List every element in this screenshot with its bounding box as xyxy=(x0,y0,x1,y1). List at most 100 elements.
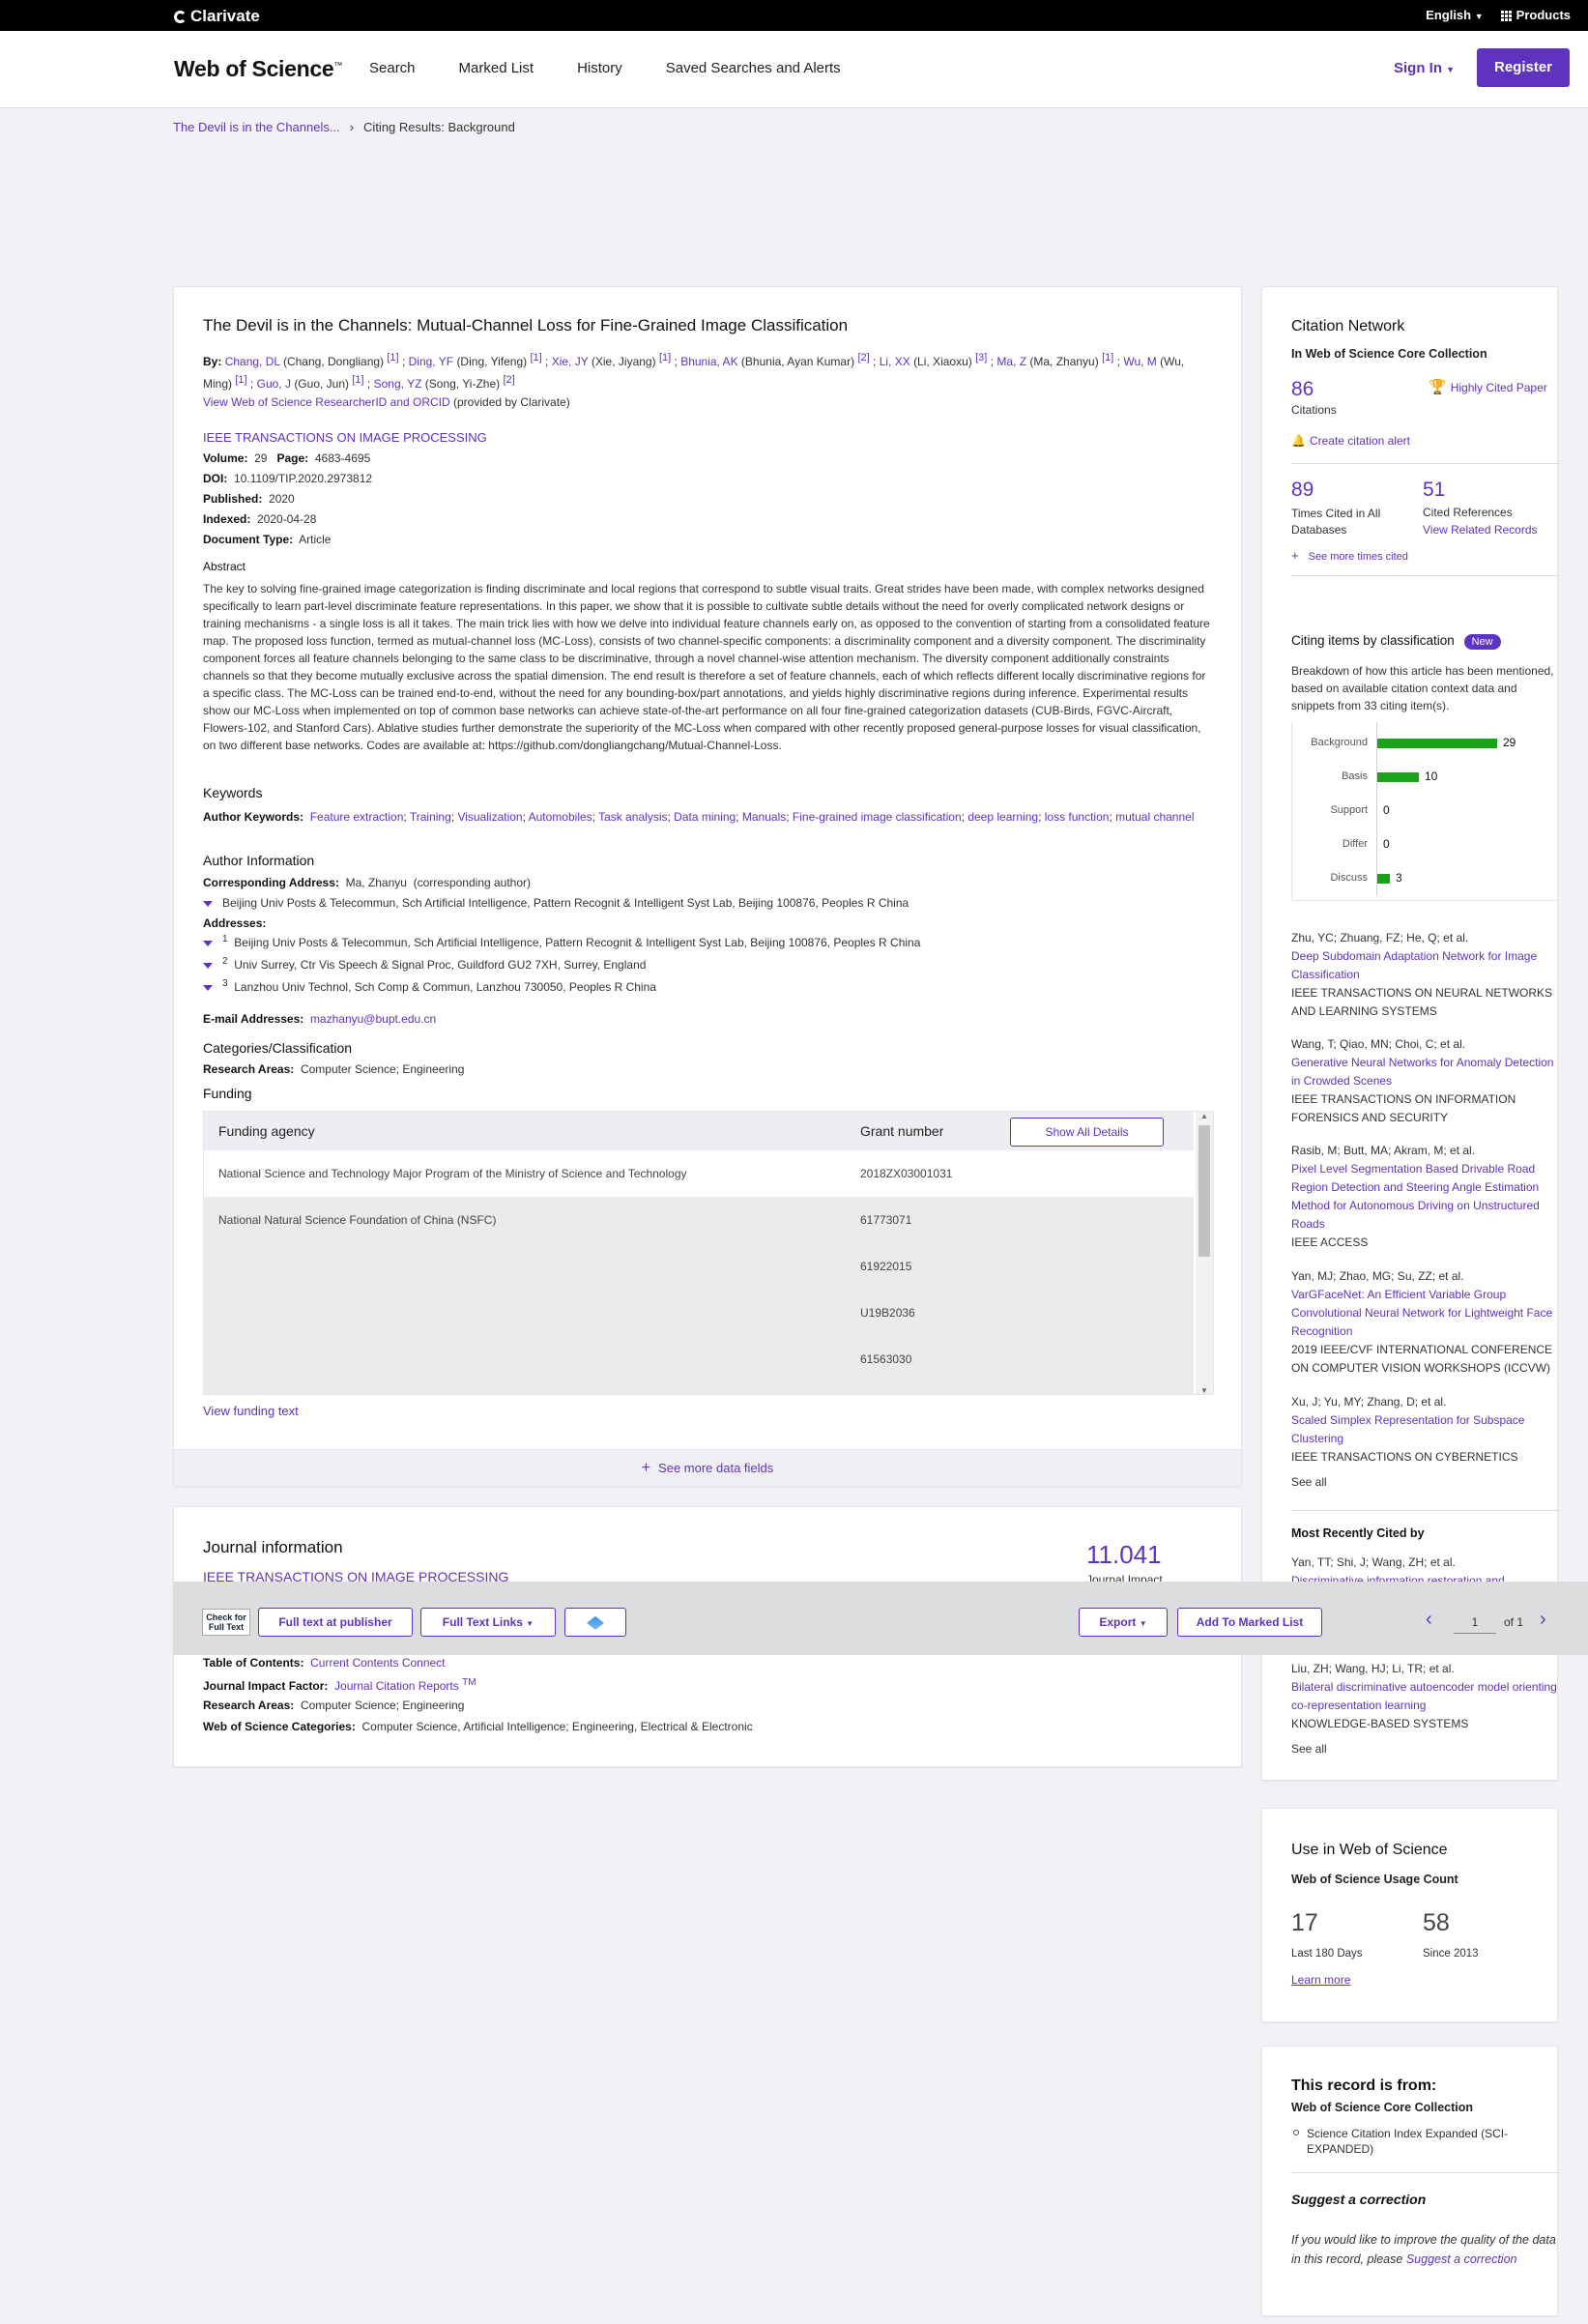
keyword-link[interactable]: Task analysis xyxy=(598,810,667,824)
author-link[interactable]: Li, XX xyxy=(880,355,910,368)
keyword-link[interactable]: Visualization xyxy=(457,810,522,824)
keyword-link[interactable]: mutual channel xyxy=(1115,810,1194,824)
breadcrumb: The Devil is in the Channels... › Citing R… xyxy=(173,120,515,134)
author-affiliation[interactable]: [1] xyxy=(352,374,363,386)
see-all-recent-link[interactable]: See all xyxy=(1291,1740,1560,1758)
sign-in-button[interactable]: Sign In ▼ xyxy=(1394,60,1455,76)
published-label: Published: xyxy=(203,492,263,506)
products-menu[interactable]: Products xyxy=(1500,8,1571,22)
email-link[interactable]: mazhanyu@bupt.edu.cn xyxy=(310,1012,436,1026)
page-input[interactable]: 1 xyxy=(1454,1611,1496,1634)
full-text-links-button[interactable]: Full Text Links ▼ xyxy=(420,1608,556,1637)
see-more-times-label: See more times cited xyxy=(1308,551,1408,563)
recent-title-link[interactable]: Bilateral discriminative autoencoder mod… xyxy=(1291,1678,1560,1715)
author-affiliation[interactable]: [1] xyxy=(235,374,246,386)
funding-scrollbar[interactable]: ▲ ▼ xyxy=(1196,1112,1213,1394)
times-cited-all-count[interactable]: 89 xyxy=(1291,479,1314,502)
keyword-link[interactable]: Training xyxy=(410,810,451,824)
prev-page-icon[interactable]: ‹ xyxy=(1426,1609,1432,1631)
corresponding-address[interactable]: Beijing Univ Posts & Telecommun, Sch Art… xyxy=(203,896,1214,910)
address-item[interactable]: 1 Beijing Univ Posts & Telecommun, Sch A… xyxy=(203,934,1214,949)
chart-bar[interactable] xyxy=(1377,772,1419,782)
keyword-link[interactable]: Fine-grained image classification xyxy=(793,810,962,824)
citing-title-link[interactable]: Scaled Simplex Representation for Subspa… xyxy=(1291,1411,1560,1448)
register-button[interactable]: Register xyxy=(1477,48,1570,87)
corresponding-name: Ma, Zhanyu xyxy=(345,876,407,889)
author-affiliation[interactable]: [2] xyxy=(503,374,514,386)
chart-category-label: Support xyxy=(1330,804,1368,816)
citations-count[interactable]: 86 xyxy=(1291,378,1314,401)
view-funding-text-link[interactable]: View funding text xyxy=(203,1404,299,1418)
author-link[interactable]: Ma, Z xyxy=(996,355,1026,368)
chart-row[interactable]: Differ 0 xyxy=(1292,835,1553,855)
chevron-down-icon: ▼ xyxy=(1474,12,1484,21)
chart-row[interactable]: Support 0 xyxy=(1292,801,1553,821)
keyword-link[interactable]: Manuals xyxy=(742,810,786,824)
keyword-link[interactable]: loss function xyxy=(1045,810,1110,824)
address-item[interactable]: 2 Univ Surrey, Ctr Vis Speech & Signal P… xyxy=(203,956,1214,972)
author-link[interactable]: Ding, YF xyxy=(409,355,453,368)
scroll-down-icon[interactable]: ▼ xyxy=(1200,1386,1208,1394)
show-all-details-button[interactable]: Show All Details xyxy=(1010,1118,1164,1147)
check-full-text-logo[interactable]: Check for Full Text xyxy=(202,1609,250,1636)
open-access-icon xyxy=(587,1615,604,1630)
citing-title-link[interactable]: Deep Subdomain Adaptation Network for Im… xyxy=(1291,947,1560,984)
next-page-icon[interactable]: › xyxy=(1540,1609,1546,1631)
chart-row[interactable]: Basis 10 xyxy=(1292,768,1553,787)
researcher-id-link[interactable]: View Web of Science ResearcherID and ORC… xyxy=(203,395,450,409)
author-affiliation[interactable]: [1] xyxy=(530,352,541,363)
keyword-link[interactable]: Automobiles xyxy=(529,810,592,824)
chart-bar[interactable] xyxy=(1377,874,1390,884)
scroll-up-icon[interactable]: ▲ xyxy=(1200,1112,1208,1120)
nav-saved-searches[interactable]: Saved Searches and Alerts xyxy=(666,60,841,76)
see-more-times-link[interactable]: + See more times cited xyxy=(1291,548,1408,563)
learn-more-link[interactable]: Learn more xyxy=(1291,1973,1350,1987)
author-affiliation[interactable]: [1] xyxy=(387,352,398,363)
author-link[interactable]: Xie, JY xyxy=(552,355,589,368)
author-affiliation[interactable]: [1] xyxy=(659,352,671,363)
author-link[interactable]: Wu, M xyxy=(1123,355,1156,368)
author-affiliation[interactable]: [1] xyxy=(1102,352,1113,363)
keyword-link[interactable]: Data mining xyxy=(674,810,736,824)
author-link[interactable]: Bhunia, AK xyxy=(680,355,737,368)
citing-title-link[interactable]: Pixel Level Segmentation Based Drivable … xyxy=(1291,1160,1560,1234)
export-button[interactable]: Export ▼ xyxy=(1079,1608,1168,1637)
author-link[interactable]: Song, YZ xyxy=(374,377,422,391)
scrollbar-thumb[interactable] xyxy=(1198,1125,1210,1257)
author-affiliation[interactable]: [2] xyxy=(857,352,869,363)
journal-link[interactable]: IEEE TRANSACTIONS ON IMAGE PROCESSING xyxy=(203,430,487,445)
times-cited-all-label: Times Cited in All Databases xyxy=(1291,507,1381,537)
keyword-link[interactable]: deep learning xyxy=(967,810,1038,824)
clarivate-logo[interactable]: Clarivate xyxy=(174,7,260,26)
nav-marked-list[interactable]: Marked List xyxy=(459,60,534,76)
chart-row[interactable]: Background 29 xyxy=(1292,734,1553,753)
breadcrumb-parent[interactable]: The Devil is in the Channels... xyxy=(173,120,340,134)
see-all-citing-link[interactable]: See all xyxy=(1291,1473,1560,1492)
see-more-data-fields[interactable]: + See more data fields xyxy=(174,1449,1241,1486)
keyword-link[interactable]: Feature extraction xyxy=(310,810,404,824)
author-link[interactable]: Chang, DL xyxy=(225,355,280,368)
chart-row[interactable]: Discuss 3 xyxy=(1292,869,1553,888)
create-alert-link[interactable]: 🔔 Create citation alert xyxy=(1291,434,1410,448)
author-affiliation[interactable]: [3] xyxy=(975,352,987,363)
chart-bar[interactable] xyxy=(1377,739,1497,748)
wos-logo[interactable]: Web of Science™ xyxy=(174,56,342,82)
author-link[interactable]: Guo, J xyxy=(257,377,291,391)
add-marked-list-button[interactable]: Add To Marked List xyxy=(1177,1608,1322,1637)
full-text-publisher-button[interactable]: Full text at publisher xyxy=(258,1608,413,1637)
email-row: E-mail Addresses: mazhanyu@bupt.edu.cn xyxy=(203,1012,1214,1026)
suggest-link[interactable]: Suggest a correction xyxy=(1406,2252,1517,2266)
language-menu[interactable]: English ▼ xyxy=(1426,8,1484,22)
author-fullname: (Song, Yi-Zhe) xyxy=(424,377,501,391)
jif-link[interactable]: Journal Citation Reports xyxy=(334,1679,459,1693)
cited-refs-count[interactable]: 51 xyxy=(1423,479,1445,502)
citing-title-link[interactable]: VarGFaceNet: An Efficient Variable Group… xyxy=(1291,1286,1560,1341)
highly-cited-badge[interactable]: 🏆 Highly Cited Paper xyxy=(1429,378,1547,395)
unpaywall-button[interactable] xyxy=(564,1608,626,1637)
toc-link[interactable]: Current Contents Connect xyxy=(310,1656,445,1670)
citing-title-link[interactable]: Generative Neural Networks for Anomaly D… xyxy=(1291,1054,1560,1090)
view-related-link[interactable]: View Related Records xyxy=(1423,523,1538,537)
nav-history[interactable]: History xyxy=(577,60,622,76)
address-item[interactable]: 3 Lanzhou Univ Technol, Sch Comp & Commu… xyxy=(203,978,1214,994)
nav-search[interactable]: Search xyxy=(369,60,416,76)
